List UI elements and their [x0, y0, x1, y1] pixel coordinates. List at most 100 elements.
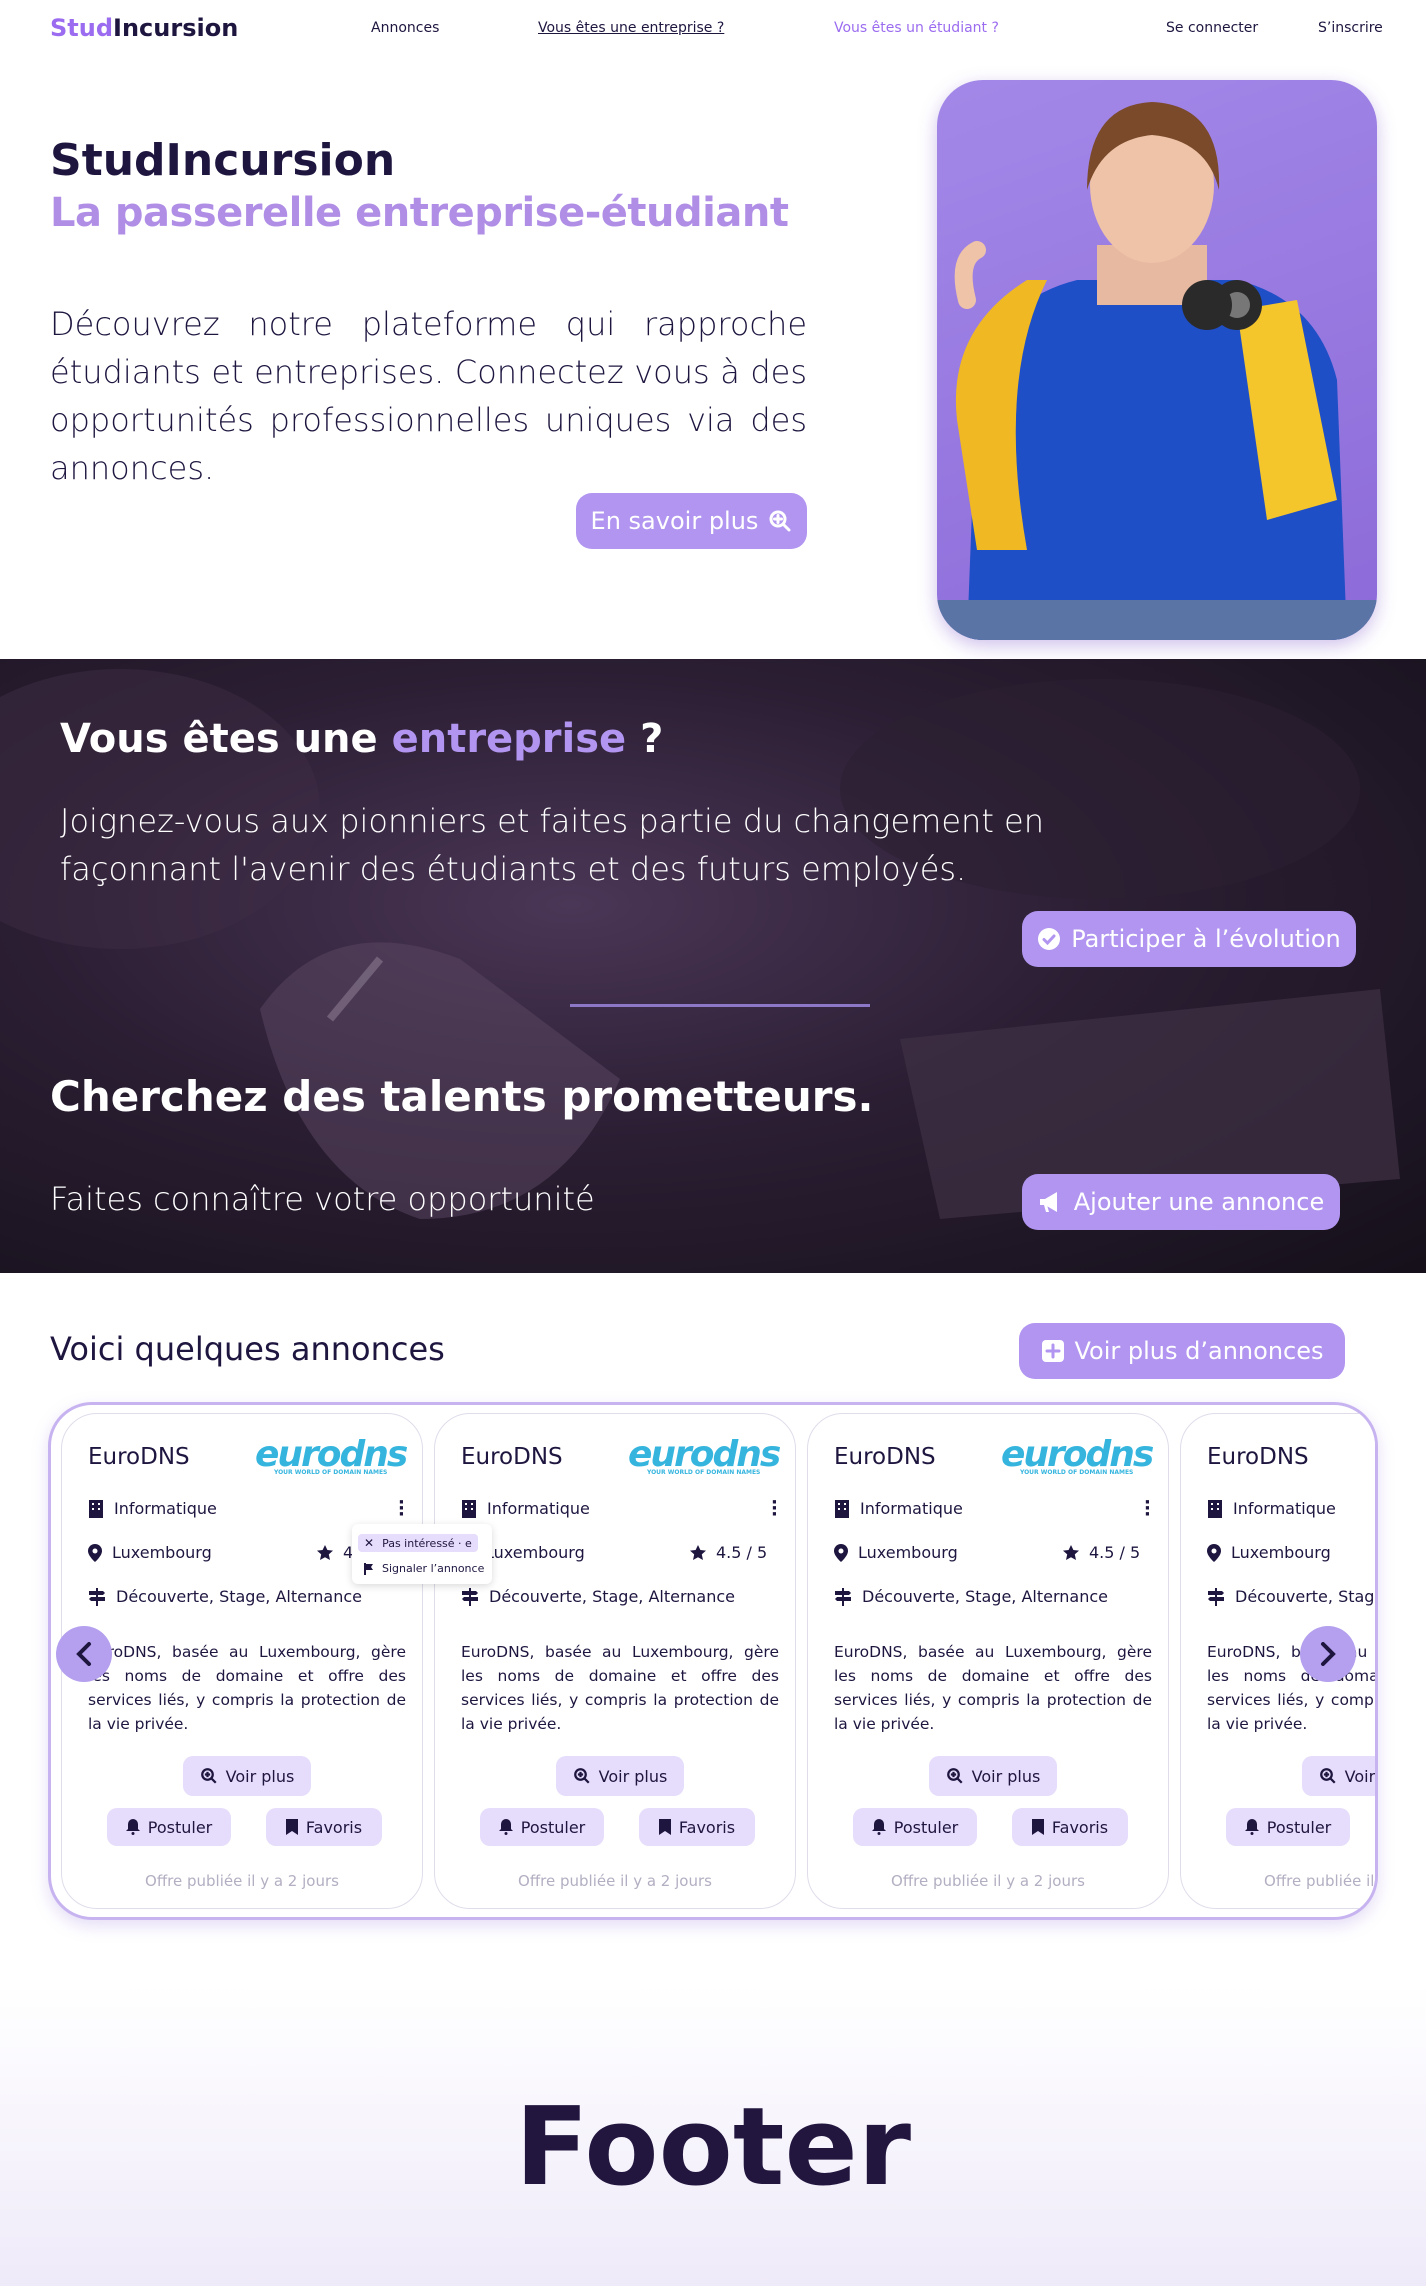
check-circle-icon — [1038, 928, 1061, 950]
signpost-icon — [1208, 1587, 1224, 1606]
nav-link-entreprise[interactable]: Vous êtes une entreprise ? — [538, 20, 724, 36]
see-more-button[interactable]: Voir plus — [556, 1756, 684, 1796]
bookmark-icon — [1031, 1819, 1044, 1835]
apply-button[interactable]: Postuler — [1226, 1808, 1350, 1846]
sector-row: Informatique — [88, 1499, 217, 1518]
card-options-menu: ✕ Pas intéressé · e Signaler l’annonce — [352, 1524, 492, 1584]
see-more-button[interactable]: Voir plus — [183, 1756, 311, 1796]
section-divider — [570, 1004, 870, 1007]
listing-card[interactable]: EuroDNS eurodns YOUR WORLD OF DOMAIN NAME… — [807, 1413, 1169, 1909]
chevron-left-icon — [76, 1642, 91, 1666]
participate-button[interactable]: Participer à l’évolution — [1022, 911, 1356, 967]
zoom-in-icon — [573, 1768, 590, 1784]
nav-link-login[interactable]: Se connecter — [1166, 20, 1258, 36]
posted-date: Offre publiée il y a 2 jours — [518, 1872, 712, 1890]
favorite-button[interactable]: Favoris — [639, 1808, 755, 1846]
see-more-button[interactable]: Voir plus — [929, 1756, 1057, 1796]
company-name: EuroDNS — [834, 1444, 936, 1470]
add-listing-button[interactable]: Ajouter une annonce — [1022, 1174, 1340, 1230]
student-photo — [937, 80, 1377, 640]
listing-card[interactable]: EuroDNS eurodns YOUR WORLD OF DOMAIN NAME… — [61, 1413, 423, 1909]
posted-date: Offre publiée il y a 2 jours — [145, 1872, 339, 1890]
more-listings-button[interactable]: Voir plus d’annonces — [1019, 1323, 1345, 1379]
talents-text: Faites connaître votre opportunité — [50, 1180, 595, 1218]
chevron-right-icon — [1321, 1642, 1336, 1666]
hero-title: StudIncursion — [50, 135, 396, 186]
company-name: EuroDNS — [88, 1444, 190, 1470]
see-more-button[interactable]: Voir plus — [1302, 1756, 1375, 1796]
map-pin-icon — [1207, 1543, 1221, 1562]
menu-item-report[interactable]: Signaler l’annonce — [358, 1562, 490, 1575]
types-row: Découverte, Stage, Alternance — [461, 1587, 735, 1606]
star-icon — [1063, 1544, 1079, 1560]
company-text: Joignez-vous aux pionniers et faites par… — [60, 802, 1044, 888]
nav-link-etudiant[interactable]: Vous êtes un étudiant ? — [834, 20, 999, 36]
company-name: EuroDNS — [1207, 1444, 1309, 1470]
bookmark-icon — [285, 1819, 298, 1835]
sector-row: Informatique — [1207, 1499, 1336, 1518]
flag-icon — [364, 1562, 373, 1575]
carousel-prev-button[interactable] — [56, 1626, 112, 1682]
map-pin-icon — [834, 1543, 848, 1562]
company-logo: eurodns YOUR WORLD OF DOMAIN NAMES — [628, 1434, 781, 1476]
apply-button[interactable]: Postuler — [480, 1808, 604, 1846]
types-row: Découverte, Stage, Alternance — [834, 1587, 1108, 1606]
types-row: Découverte, Stage, Alternance — [88, 1587, 362, 1606]
zoom-in-icon — [1319, 1768, 1336, 1784]
location-row: Luxembourg — [88, 1543, 212, 1562]
hero-text: Découvrez notre plateforme qui rapproche… — [50, 305, 807, 487]
more-options-icon[interactable]: · · · — [398, 1494, 405, 1524]
star-icon — [690, 1544, 706, 1560]
listing-description: EuroDNS, basée au Luxembourg, gère les n… — [88, 1643, 406, 1733]
favorite-button[interactable]: Favoris — [1012, 1808, 1128, 1846]
rating: 4.5 / 5 — [690, 1543, 767, 1562]
apply-button[interactable]: Postuler — [107, 1808, 231, 1846]
bell-icon — [125, 1819, 140, 1835]
location-row: Luxembourg — [1207, 1543, 1331, 1562]
footer: Footer — [0, 1985, 1426, 2286]
signpost-icon — [835, 1587, 851, 1606]
learn-more-button[interactable]: En savoir plus — [576, 493, 807, 549]
rating: 4.5 / 5 — [1063, 1543, 1140, 1562]
favorite-button[interactable]: Favoris — [266, 1808, 382, 1846]
listing-card[interactable]: EuroDNS eurodns YOUR WORLD OF DOMAIN NAME… — [434, 1413, 796, 1909]
footer-label: Footer — [515, 2085, 911, 2210]
listings-carousel[interactable]: EuroDNS eurodns YOUR WORLD OF DOMAIN NAME… — [48, 1402, 1378, 1920]
carousel-next-button[interactable] — [1300, 1626, 1356, 1682]
types-row: Découverte, Stage, Alternance — [1207, 1587, 1375, 1606]
bell-icon — [1244, 1819, 1259, 1835]
listing-description: EuroDNS, basée au Luxembourg, gère les n… — [834, 1643, 1152, 1733]
company-logo: eurodns YOUR WORLD OF DOMAIN NAMES — [1001, 1434, 1154, 1476]
plus-square-icon — [1041, 1340, 1064, 1362]
posted-date: Offre publiée il y a 2 jours — [891, 1872, 1085, 1890]
nav-link-signup[interactable]: S’inscrire — [1318, 20, 1383, 36]
company-name: EuroDNS — [461, 1444, 563, 1470]
map-pin-icon — [88, 1543, 102, 1562]
more-options-icon[interactable]: · · · — [771, 1494, 778, 1524]
zoom-in-icon — [946, 1768, 963, 1784]
zoom-in-icon — [769, 510, 791, 532]
company-logo: eurodns YOUR WORLD OF DOMAIN NAMES — [255, 1434, 408, 1476]
hero-subtitle: La passerelle entreprise-étudiant — [50, 190, 789, 236]
building-icon — [89, 1499, 103, 1518]
close-icon: ✕ — [364, 1536, 375, 1550]
signpost-icon — [462, 1587, 478, 1606]
building-icon — [1208, 1499, 1222, 1518]
star-icon — [317, 1544, 333, 1560]
talents-title: Cherchez des talents prometteurs. — [50, 1072, 874, 1121]
building-icon — [462, 1499, 476, 1518]
bell-icon — [871, 1819, 886, 1835]
building-icon — [835, 1499, 849, 1518]
menu-item-not-interested[interactable]: ✕ Pas intéressé · e — [358, 1534, 478, 1552]
sector-row: Informatique — [834, 1499, 963, 1518]
posted-date: Offre publiée il y a 2 jours — [1264, 1872, 1375, 1890]
apply-button[interactable]: Postuler — [853, 1808, 977, 1846]
more-options-icon[interactable]: · · · — [1144, 1494, 1151, 1524]
bookmark-icon — [658, 1819, 671, 1835]
nav-link-annonces[interactable]: Annonces — [371, 20, 439, 36]
bell-icon — [498, 1819, 513, 1835]
sector-row: Informatique — [461, 1499, 590, 1518]
company-section: Vous êtes une entreprise ? Joignez-vous … — [0, 659, 1426, 1273]
top-nav: StudIncursion Annonces Vous êtes une ent… — [0, 0, 1426, 60]
site-logo[interactable]: StudIncursion — [50, 14, 238, 42]
